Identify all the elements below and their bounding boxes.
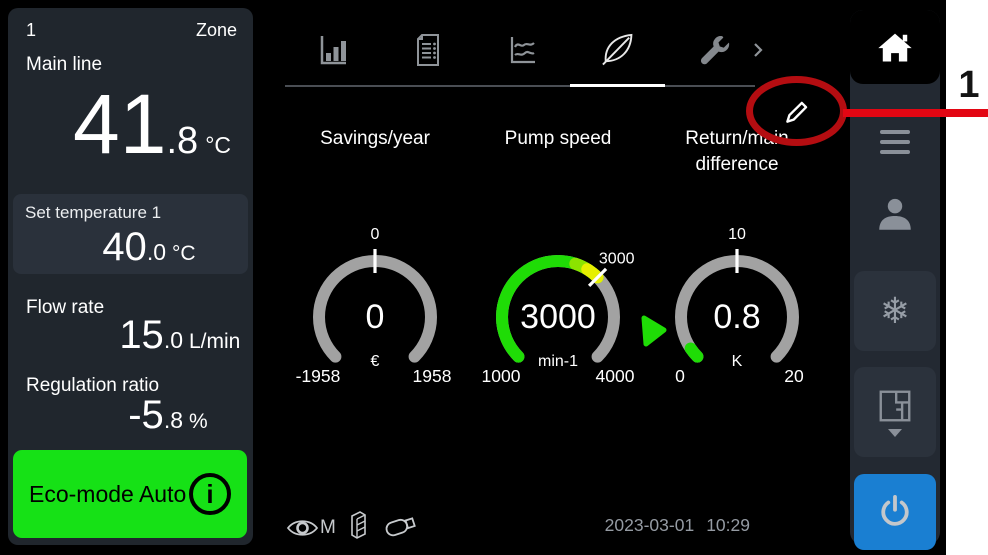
tabs-more-button[interactable]	[750, 40, 768, 60]
set-temperature-value: 40 .0 °C	[25, 225, 236, 269]
bar-chart-icon	[315, 32, 351, 68]
menu-icon	[880, 130, 910, 134]
set-temperature-card[interactable]: Set temperature 1 40 .0 °C	[13, 194, 248, 274]
sidebar: ❄	[850, 10, 940, 545]
eco-mode-label: Eco-mode Auto	[29, 481, 186, 508]
gauge-value: 3000	[478, 299, 638, 335]
eco-mode-button[interactable]: Eco-mode Auto i	[13, 450, 247, 538]
gauge-return-difference: 10 0.8 K 0 20	[657, 215, 817, 393]
sidebar-item-power[interactable]	[854, 474, 936, 550]
set-temperature-label: Set temperature 1	[25, 203, 236, 223]
flow-rate-int: 15	[119, 313, 164, 357]
user-icon	[874, 194, 916, 234]
sidebar-item-menu[interactable]	[850, 122, 940, 162]
regulation-ratio-dec: .8	[164, 407, 183, 434]
chevron-down-icon	[888, 429, 902, 437]
gauge-max-label: 20	[761, 366, 827, 387]
status-icons: M	[286, 510, 417, 539]
svg-text:0: 0	[371, 226, 380, 243]
gauge-min-label: 1000	[468, 366, 534, 387]
gauge-pump-speed: 3000 3000 min-1 1000 4000	[478, 215, 638, 393]
tab-statistics[interactable]	[285, 26, 380, 74]
regulation-ratio-int: -5	[128, 393, 164, 437]
main-line-label: Main line	[26, 54, 102, 76]
annotation-callout-label: 1	[950, 64, 988, 107]
tab-underline	[285, 85, 755, 87]
trend-icon	[505, 32, 541, 68]
main-line-int: 41	[73, 80, 166, 168]
flow-rate-dec: .0	[164, 327, 183, 354]
snowflake-icon: ❄	[880, 290, 910, 332]
gauge-title-savings: Savings/year	[295, 126, 455, 152]
regulation-ratio-unit: %	[189, 410, 249, 434]
sidebar-item-zones[interactable]	[854, 367, 936, 457]
gauge-max-label: 4000	[582, 366, 648, 387]
date: 2023-03-01	[605, 515, 695, 535]
svg-text:10: 10	[728, 226, 746, 243]
regulation-ratio-value: -5 .8 %	[8, 393, 253, 437]
info-glyph: i	[206, 479, 213, 510]
leaf-icon	[599, 32, 637, 68]
main-line-unit: °C	[205, 132, 231, 159]
tab-trend[interactable]	[475, 26, 570, 74]
set-temperature-int: 40	[102, 225, 147, 269]
svg-text:3000: 3000	[599, 250, 635, 267]
gauge-savings: 0 0 € -1958 1958	[295, 215, 455, 393]
set-temperature-dec: .0	[147, 239, 166, 266]
pencil-icon	[781, 96, 813, 128]
set-temperature-unit: °C	[172, 242, 232, 266]
usb-drive-icon	[384, 512, 417, 539]
eye-icon	[286, 517, 319, 539]
datetime: 2023-03-01 10:29	[500, 515, 750, 536]
tab-report[interactable]	[380, 26, 475, 74]
zones-floorplan-icon	[876, 387, 914, 425]
zone-number: 1	[26, 20, 36, 41]
power-icon	[876, 493, 914, 531]
time: 10:29	[706, 515, 750, 535]
gauge-title-pump-speed: Pump speed	[478, 126, 638, 152]
gauge-max-label: 1958	[399, 366, 465, 387]
gauge-min-label: -1958	[285, 366, 351, 387]
gauge-value: 0.8	[657, 299, 817, 335]
wrench-icon	[696, 33, 730, 67]
sd-card-icon	[350, 510, 368, 539]
info-icon[interactable]: i	[189, 473, 231, 515]
monitoring-mode-letter: M	[320, 517, 336, 539]
sidebar-item-user[interactable]	[850, 190, 940, 238]
gauge-value: 0	[295, 299, 455, 335]
flow-rate-unit: L/min	[189, 330, 249, 354]
report-icon	[411, 32, 445, 68]
active-tab-indicator	[570, 84, 665, 87]
zone-header: 1 Zone	[26, 20, 237, 41]
tab-eco[interactable]	[570, 26, 665, 74]
gauge-min-label: 0	[647, 366, 713, 387]
zone-panel: 1 Zone Main line 41 .8 °C Set temperatur…	[8, 8, 253, 545]
flow-rate-value: 15 .0 L/min	[8, 313, 253, 357]
device-screen: 1 Zone Main line 41 .8 °C Set temperatur…	[0, 0, 946, 555]
chevron-right-icon	[750, 40, 766, 60]
main-line-value: 41 .8 °C	[73, 80, 231, 168]
zone-label: Zone	[196, 20, 237, 41]
tab-settings[interactable]	[665, 26, 760, 74]
home-icon	[875, 29, 915, 65]
sidebar-item-home[interactable]	[850, 10, 940, 84]
gauge-title-return-diff: Return/main difference	[662, 126, 812, 177]
sidebar-item-defrost[interactable]: ❄	[854, 271, 936, 351]
main-line-dec: .8	[166, 120, 198, 163]
